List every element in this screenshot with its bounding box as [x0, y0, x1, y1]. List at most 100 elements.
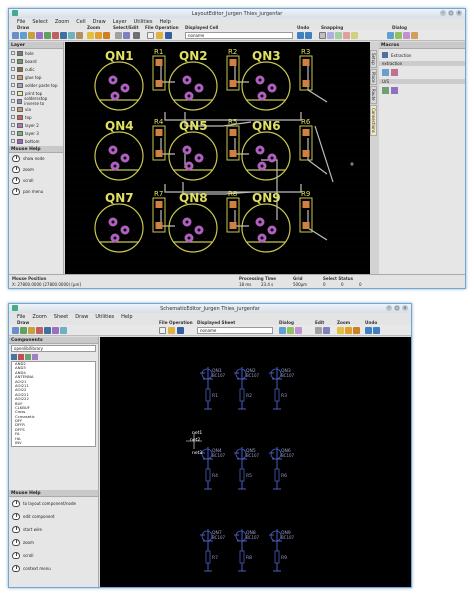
minimize-button[interactable]: – [440, 10, 446, 16]
move-icon[interactable] [133, 32, 140, 39]
zoom-in-icon[interactable] [337, 327, 344, 334]
visibility-checkbox[interactable] [11, 123, 15, 127]
text-tool-icon[interactable] [60, 32, 67, 39]
add-component-icon[interactable] [11, 354, 17, 360]
layer-item[interactable]: hole [9, 49, 63, 57]
pointer-tool-icon[interactable] [20, 32, 27, 39]
open-file-icon[interactable] [168, 327, 175, 334]
menu-utilities[interactable]: Utilities [95, 314, 114, 320]
menu-zoom[interactable]: Zoom [55, 19, 69, 25]
layer-item[interactable]: solder paste top [9, 81, 63, 89]
array-tool-icon[interactable] [76, 32, 83, 39]
visibility-checkbox[interactable] [11, 139, 15, 143]
snap-node-icon[interactable] [327, 32, 334, 39]
text-tool-icon[interactable] [44, 327, 51, 334]
snap-grid-icon[interactable] [319, 32, 326, 39]
visibility-checkbox[interactable] [11, 51, 15, 55]
select-tool-icon[interactable] [12, 32, 19, 39]
select-tool-icon[interactable] [12, 327, 19, 334]
new-file-icon[interactable] [147, 32, 154, 39]
minimize-button[interactable]: – [386, 305, 392, 311]
layer-item[interactable]: via [9, 105, 63, 113]
visibility-checkbox[interactable] [11, 75, 15, 79]
snap-angle-icon[interactable] [343, 32, 350, 39]
save-file-icon[interactable] [177, 327, 184, 334]
close-button[interactable]: × [402, 305, 408, 311]
layer-item[interactable]: layer 2 [9, 121, 63, 129]
tab-route[interactable]: Route [370, 86, 377, 104]
menu-help[interactable]: Help [121, 314, 132, 320]
snap-edge-icon[interactable] [335, 32, 342, 39]
menu-help[interactable]: Help [159, 19, 170, 25]
wire-tool-icon[interactable] [20, 327, 27, 334]
maximize-button[interactable]: □ [448, 10, 454, 16]
zoom-out-icon[interactable] [95, 32, 102, 39]
visibility-checkbox[interactable] [11, 59, 15, 63]
pin-tool-icon[interactable] [36, 327, 43, 334]
menu-draw[interactable]: Draw [93, 19, 106, 25]
extract-run-icon[interactable] [382, 69, 389, 76]
dialog-component-icon[interactable] [279, 327, 286, 334]
tab-setup[interactable]: Setup [370, 50, 377, 68]
zoom-fit-icon[interactable] [103, 32, 110, 39]
extract-view-icon[interactable] [391, 69, 398, 76]
layer-item[interactable]: top [9, 113, 63, 121]
visibility-checkbox[interactable] [11, 91, 15, 95]
cell-ref-tool-icon[interactable] [68, 32, 75, 39]
library-settings-icon[interactable] [32, 354, 38, 360]
circle-tool-icon[interactable] [52, 32, 59, 39]
visibility-checkbox[interactable] [11, 115, 15, 119]
schematic-drawing[interactable]: QN1BC107R1QN2BC107R2QN3BC107R3QN4BC107R4… [100, 337, 412, 588]
dialog-property-icon[interactable] [295, 327, 302, 334]
dialog-layer-icon[interactable] [387, 32, 394, 39]
redo-icon[interactable] [373, 327, 380, 334]
box-tool-icon[interactable] [28, 32, 35, 39]
dialog-cell-icon[interactable] [395, 32, 402, 39]
close-button[interactable]: × [456, 10, 462, 16]
menu-file[interactable]: File [17, 314, 25, 320]
visibility-checkbox[interactable] [11, 83, 15, 87]
undo-icon[interactable] [365, 327, 372, 334]
save-file-icon[interactable] [165, 32, 172, 39]
dialog-net-icon[interactable] [287, 327, 294, 334]
new-file-icon[interactable] [159, 327, 166, 334]
schematic-canvas[interactable]: QN1 BC107 R1 QN2 BC107 R2 QN3 BC107 R3 QN4 BC107 R4… [100, 337, 412, 588]
snap-45-icon[interactable] [351, 32, 358, 39]
menu-layer[interactable]: Layer [113, 19, 127, 25]
bus-tool-icon[interactable] [60, 327, 67, 334]
menu-sheet[interactable]: Sheet [54, 314, 68, 320]
menu-file[interactable]: File [17, 19, 25, 25]
layer-item[interactable]: glue top [9, 73, 63, 81]
edit-copy-icon[interactable] [323, 327, 330, 334]
maximize-button[interactable]: □ [394, 305, 400, 311]
dialog-property-icon[interactable] [411, 32, 418, 39]
layer-item[interactable]: cutic [9, 65, 63, 73]
dialog-macro-icon[interactable] [403, 32, 410, 39]
menu-utilities[interactable]: Utilities [134, 19, 153, 25]
displayed-cell-select[interactable]: noname [185, 32, 293, 39]
redo-icon[interactable] [305, 32, 312, 39]
menu-draw[interactable]: Draw [75, 314, 88, 320]
displayed-sheet-select[interactable]: noname [197, 327, 273, 334]
zoom-in-icon[interactable] [87, 32, 94, 39]
tab-place[interactable]: Place [370, 68, 377, 86]
library-select[interactable]: openlib/library [11, 345, 96, 352]
wire-tool-icon[interactable] [44, 32, 51, 39]
visibility-checkbox[interactable] [11, 107, 15, 111]
visibility-checkbox[interactable] [11, 67, 15, 71]
polygon-tool-icon[interactable] [36, 32, 43, 39]
visibility-checkbox[interactable] [11, 99, 15, 103]
zoom-fit-icon[interactable] [353, 327, 360, 334]
open-file-icon[interactable] [156, 32, 163, 39]
lvs-run-icon[interactable] [382, 87, 389, 94]
net-label-tool-icon[interactable] [52, 327, 59, 334]
undo-icon[interactable] [297, 32, 304, 39]
layout-canvas[interactable]: QN1 R1 QN2 R2 QN3 R3 QN4 R4 QN5 R5 QN6 R6 QN7 R7 QN8 R8… [65, 42, 370, 276]
visibility-checkbox[interactable] [11, 131, 15, 135]
edit-symbol-icon[interactable] [25, 354, 31, 360]
layer-item[interactable]: board [9, 57, 63, 65]
layer-item[interactable]: bottom [9, 137, 63, 145]
edit-move-icon[interactable] [315, 327, 322, 334]
select-all-icon[interactable] [115, 32, 122, 39]
macro-item[interactable]: Extraction [379, 49, 465, 61]
